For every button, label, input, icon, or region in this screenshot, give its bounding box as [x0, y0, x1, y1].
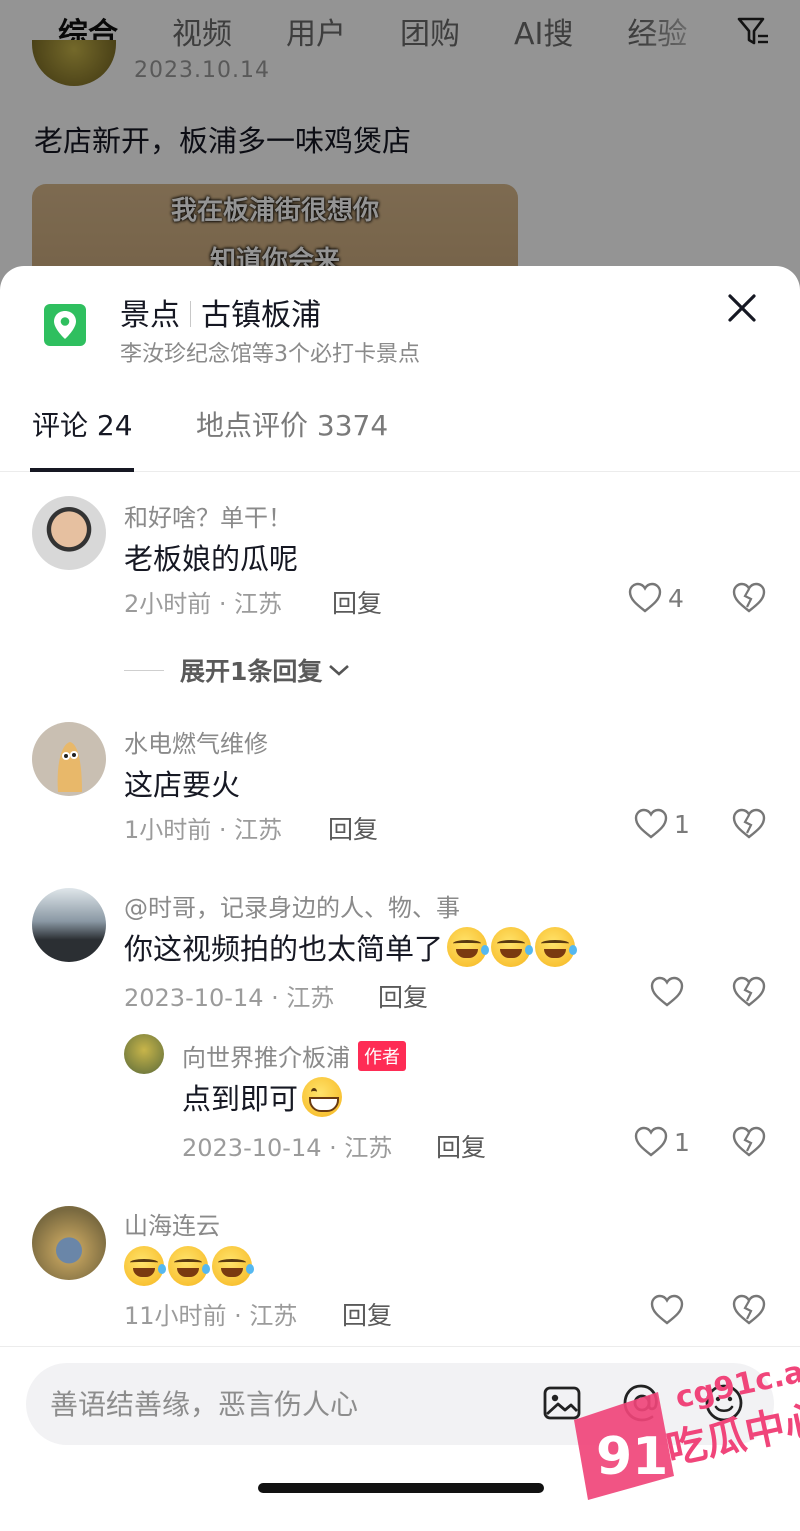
emoji-icon[interactable]: [702, 1381, 746, 1425]
reply-username: 向世界推介板浦: [182, 1044, 350, 1072]
comment-text-content: 你这视频拍的也太简单了: [124, 932, 444, 966]
broken-heart-icon[interactable]: [732, 976, 766, 1008]
comment-username[interactable]: 水电燃气维修: [124, 724, 268, 759]
place-name: 古镇板浦: [201, 298, 321, 333]
background-feed: 综合 视频 用户 团购 AI搜 经验 2023.10.14 老店新开，板浦多一味…: [0, 0, 800, 304]
heart-icon: [650, 976, 684, 1007]
reply-button[interactable]: 回复: [328, 810, 378, 846]
home-indicator[interactable]: [258, 1483, 544, 1493]
comment-meta: 1小时前 · 江苏: [124, 816, 283, 844]
avatar[interactable]: [32, 722, 106, 796]
chevron-down-icon: [329, 665, 350, 676]
like-button[interactable]: 1: [634, 808, 690, 840]
reply-button[interactable]: 回复: [342, 1296, 392, 1332]
reply-button[interactable]: 回复: [378, 978, 428, 1014]
heart-icon: [628, 582, 662, 613]
expand-label: 展开1条回复: [180, 657, 323, 686]
author-badge: 作者: [358, 1041, 406, 1071]
comment-username[interactable]: 和好啥？单干！: [124, 498, 292, 533]
laughing-tears-emoji-icon: [491, 927, 534, 967]
image-icon[interactable]: [540, 1381, 584, 1425]
location-pin-icon: [44, 304, 86, 346]
laughing-tears-emoji-icon: [124, 1246, 166, 1286]
comment-username[interactable]: 向世界推介板浦 作者: [182, 1038, 406, 1073]
like-button[interactable]: [650, 1294, 684, 1326]
mention-icon[interactable]: [620, 1381, 664, 1425]
broken-heart-icon[interactable]: [732, 1294, 766, 1326]
active-tab-indicator: [30, 468, 134, 472]
broken-heart-icon[interactable]: [732, 1126, 766, 1158]
like-count: 4: [668, 583, 684, 613]
avatar[interactable]: [32, 888, 106, 962]
sheet-tabs: 评论 24 地点评价 3374: [0, 394, 800, 472]
close-icon[interactable]: [724, 290, 760, 326]
laughing-tears-emoji-icon: [447, 927, 490, 967]
grinning-emoji-icon: [302, 1077, 343, 1117]
place-subtitle[interactable]: 李汝珍纪念馆等3个必打卡景点: [120, 336, 420, 368]
comment-meta: 2023-10-14 · 江苏: [182, 1134, 393, 1162]
laughing-tears-emoji-icon: [535, 927, 578, 967]
like-button[interactable]: 1: [634, 1126, 690, 1158]
divider: [190, 301, 191, 327]
comment-input-container[interactable]: [26, 1363, 774, 1445]
avatar[interactable]: [32, 1206, 106, 1280]
reply-button[interactable]: 回复: [332, 584, 382, 620]
laughing-tears-emoji-icon: [168, 1246, 210, 1286]
reply-button[interactable]: 回复: [436, 1128, 486, 1164]
comment-meta: 2小时前 · 江苏: [124, 590, 283, 618]
comment-text[interactable]: 你这视频拍的也太简单了: [124, 926, 579, 968]
comment-meta: 11小时前 · 江苏: [124, 1302, 298, 1330]
comment-text[interactable]: 点到即可: [182, 1076, 343, 1118]
expand-replies-button[interactable]: 展开1条回复: [124, 652, 350, 688]
like-button[interactable]: [650, 976, 684, 1008]
comment-input[interactable]: [50, 1363, 530, 1445]
comment-text-content: 点到即可: [182, 1082, 299, 1116]
comments-sheet: 景点 古镇板浦 李汝珍纪念馆等3个必打卡景点 评论 24 地点评价 3374 和好…: [0, 266, 800, 1531]
broken-heart-icon[interactable]: [732, 808, 766, 840]
broken-heart-icon[interactable]: [732, 582, 766, 614]
comment-text[interactable]: 这店要火: [124, 762, 240, 804]
comment-username[interactable]: @时哥，记录身边的人、物、事: [124, 888, 460, 923]
heart-icon: [634, 1126, 668, 1157]
comment-text[interactable]: 老板娘的瓜呢: [124, 536, 298, 578]
comment-meta: 2023-10-14 · 江苏: [124, 984, 335, 1012]
comment-username[interactable]: 山海连云: [124, 1206, 220, 1241]
like-button[interactable]: 4: [628, 582, 684, 614]
place-category: 景点: [120, 298, 180, 333]
avatar[interactable]: [32, 496, 106, 570]
tab-comments[interactable]: 评论 24: [32, 404, 133, 444]
divider: [124, 669, 164, 671]
tab-place-reviews[interactable]: 地点评价 3374: [196, 404, 388, 444]
heart-icon: [634, 808, 668, 839]
like-count: 1: [674, 809, 690, 839]
avatar[interactable]: [124, 1034, 164, 1074]
overlay-dim[interactable]: [0, 0, 800, 300]
laughing-tears-emoji-icon: [212, 1246, 254, 1286]
comment-input-bar: [0, 1346, 800, 1531]
heart-icon: [650, 1294, 684, 1325]
comment-text[interactable]: [124, 1246, 256, 1286]
like-count: 1: [674, 1127, 690, 1157]
place-title[interactable]: 景点 古镇板浦: [120, 290, 321, 334]
